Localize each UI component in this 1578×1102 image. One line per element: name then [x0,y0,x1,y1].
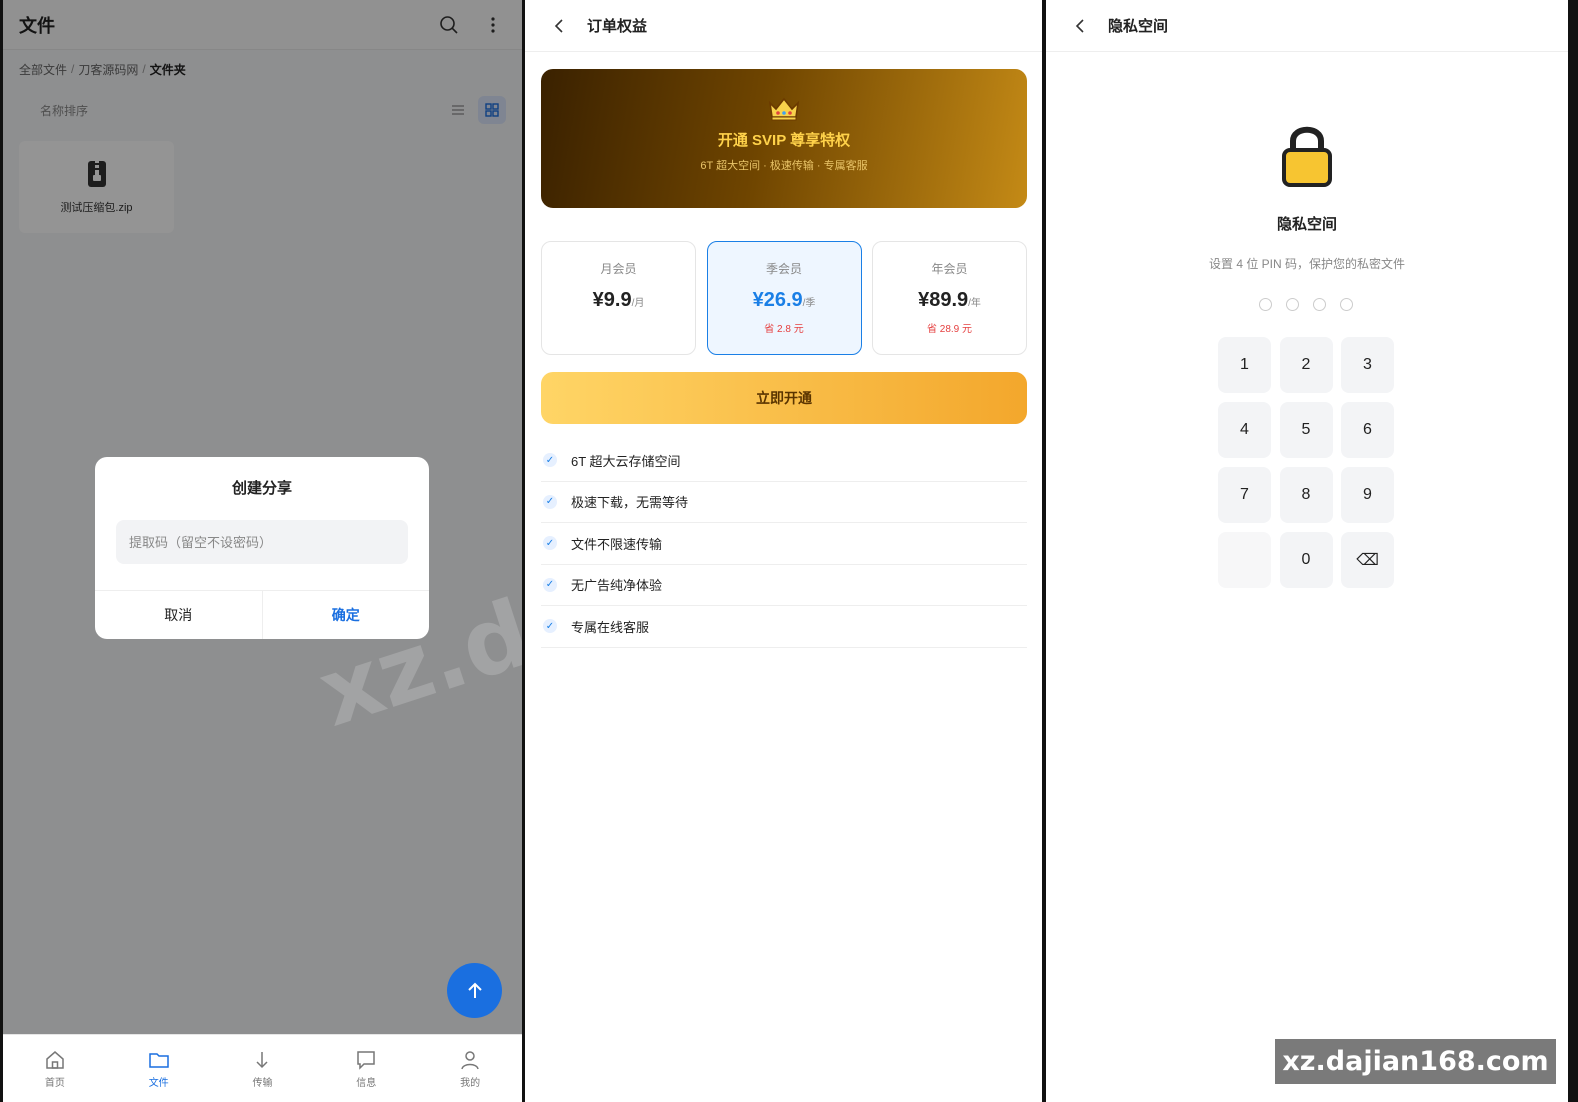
plan-name: 年会员 [931,262,968,276]
home-icon [46,1050,64,1069]
key-7[interactable]: 7 [1218,467,1271,523]
key-2[interactable]: 2 [1279,337,1333,393]
key-8[interactable]: 8 [1279,467,1333,523]
arrow-up-icon [467,982,482,998]
pin-dot [1286,298,1299,311]
plan-price: ¥26.9/季 [752,289,816,311]
check-icon: ✓ [543,494,557,509]
order-screen: 订单权益 开通 SVIP 尊享特权 6T 超大空间 · 极速传输 · 专属客服 … [525,0,1042,1102]
tab-label: 传输 [252,1077,273,1089]
benefit-item: ✓ 6T 超大云存储空间 [541,440,1027,482]
banner-title: 开通 SVIP 尊享特权 [717,132,851,149]
plan-save: 省 28.9 元 [926,324,973,335]
key-3[interactable]: 3 [1341,337,1394,393]
pin-dot [1313,298,1326,311]
key-1[interactable]: 1 [1218,337,1271,393]
order-nav: 订单权益 [525,0,1042,52]
key-5[interactable]: 5 [1279,402,1333,458]
tab-label: 首页 [44,1077,65,1089]
benefit-item: ✓ 专属在线客服 [541,606,1027,648]
download-icon [256,1051,269,1068]
key-0[interactable]: 0 [1279,532,1333,588]
page-title: 订单权益 [587,18,648,35]
plan-card-quarterly[interactable]: 季会员 ¥26.9/季 省 2.8 元 [706,241,862,355]
tab-messages[interactable]: 信息 [314,1035,418,1102]
check-icon: ✓ [543,453,557,468]
page-title: 隐私空间 [1108,18,1169,35]
plan-price: ¥9.9/月 [592,289,645,311]
pin-keypad: 1 2 3 4 5 6 7 8 9 0 ⌫ [1218,337,1394,588]
tab-transfer[interactable]: 传输 [211,1035,315,1102]
key-9[interactable]: 9 [1341,467,1394,523]
back-icon[interactable] [547,14,571,38]
key-4[interactable]: 4 [1218,402,1271,458]
crown-icon [768,97,800,121]
key-empty [1218,532,1271,588]
plan-card-yearly[interactable]: 年会员 ¥89.9/年 省 28.9 元 [872,241,1027,355]
dialog-title: 创建分享 [231,480,292,497]
lock-icon [1282,126,1332,187]
dialog-actions: 取消 确定 [95,590,429,639]
message-icon [357,1050,376,1070]
site-watermark: xz.dajian168.com [1275,1039,1556,1084]
user-icon [461,1050,479,1069]
pin-dot [1259,298,1272,311]
plan-save: 省 2.8 元 [764,324,804,335]
key-6[interactable]: 6 [1341,402,1394,458]
cancel-button[interactable]: 取消 [95,591,263,639]
bottom-tab-bar: 首页 文件 传输 信息 我的 [3,1034,522,1102]
check-icon: ✓ [543,536,557,551]
files-screen: 文件 全部文件 / 刀客源码网 / 文件夹 名称排序 测试压缩包.zip xz.… [3,0,522,1102]
pin-dot [1340,298,1353,311]
extract-code-input[interactable] [116,520,408,564]
private-subtitle: 设置 4 位 PIN 码，保护您的私密文件 [1208,257,1405,271]
plan-name: 月会员 [600,262,637,276]
folder-icon [148,1052,169,1068]
private-heading: 隐私空间 [1276,216,1337,233]
back-icon[interactable] [1068,14,1092,38]
private-space-screen: 隐私空间 隐私空间 设置 4 位 PIN 码，保护您的私密文件 1 2 3 4 … [1046,0,1568,1102]
confirm-button[interactable]: 确定 [263,591,430,639]
share-dialog: 创建分享 取消 确定 [95,457,429,639]
svip-banner: 开通 SVIP 尊享特权 6T 超大空间 · 极速传输 · 专属客服 [541,69,1027,208]
check-icon: ✓ [543,577,557,592]
tab-label: 文件 [148,1077,169,1089]
private-nav: 隐私空间 [1046,0,1568,52]
tab-profile[interactable]: 我的 [418,1035,522,1102]
plan-card-monthly[interactable]: 月会员 ¥9.9/月 [541,241,696,355]
tab-home[interactable]: 首页 [3,1035,107,1102]
plan-price: ¥89.9/年 [918,289,981,311]
benefit-item: ✓ 文件不限速传输 [541,523,1027,565]
banner-subtitle: 6T 超大空间 · 极速传输 · 专属客服 [700,160,868,172]
tab-label: 信息 [356,1077,377,1089]
check-icon: ✓ [543,619,557,634]
plan-list: 月会员 ¥9.9/月 季会员 ¥26.9/季 省 2.8 元 年会员 ¥89.9… [541,241,1027,355]
backspace-key[interactable]: ⌫ [1341,532,1394,588]
tab-label: 我的 [460,1077,481,1089]
benefit-item: ✓ 无广告纯净体验 [541,565,1027,606]
subscribe-button[interactable]: 立即开通 [541,372,1027,424]
upload-fab[interactable] [447,963,502,1018]
benefit-list: ✓ 6T 超大云存储空间 ✓ 极速下载，无需等待 ✓ 文件不限速传输 ✓ 无广告纯净体验… [541,440,1027,648]
plan-name: 季会员 [765,262,802,276]
pin-indicator [1259,298,1367,311]
benefit-item: ✓ 极速下载，无需等待 [541,482,1027,523]
tab-files[interactable]: 文件 [107,1035,211,1102]
